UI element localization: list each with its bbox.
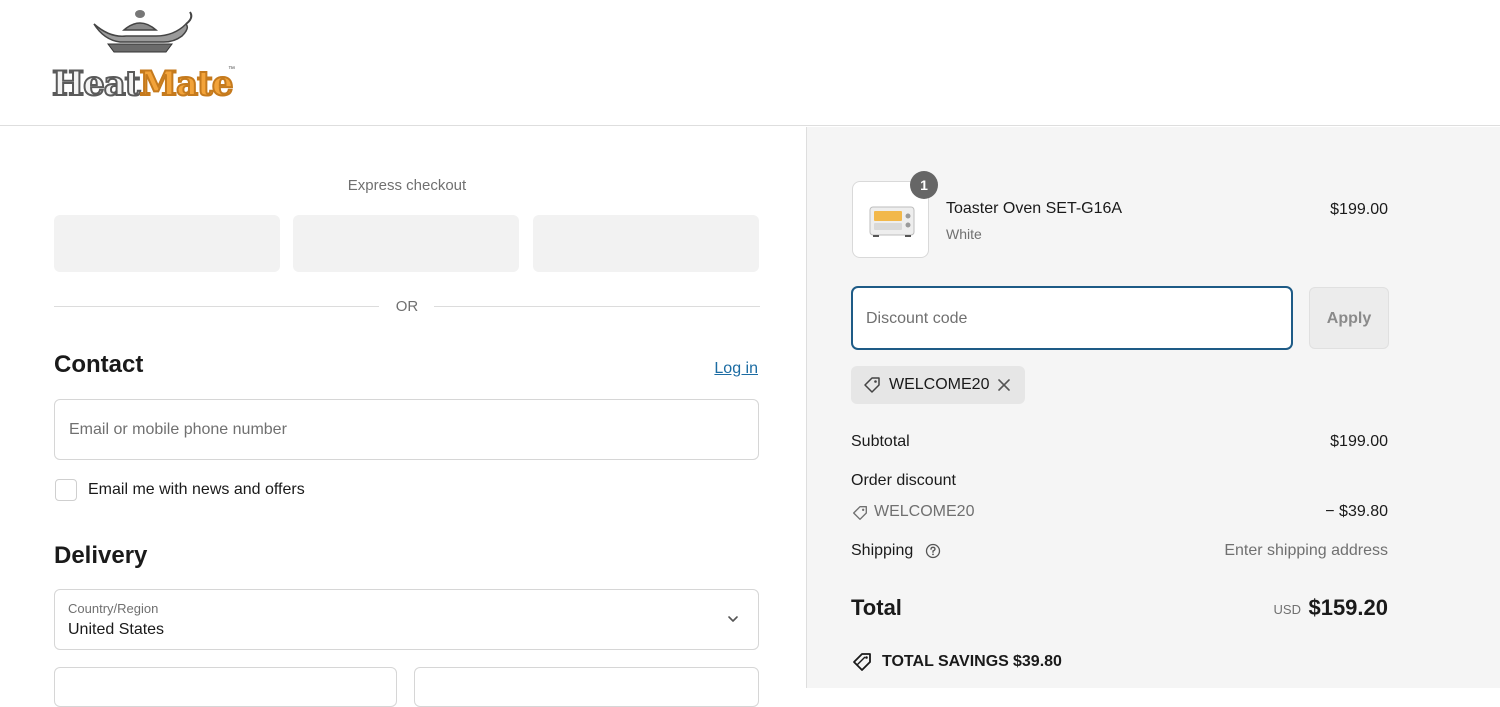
divider-line-right (434, 306, 760, 307)
email-field[interactable]: Email or mobile phone number (54, 399, 759, 460)
email-field-placeholder: Email or mobile phone number (69, 421, 287, 438)
or-divider: OR (54, 297, 760, 317)
genie-lamp-icon (93, 10, 193, 53)
applied-discount-chip: WELCOME20 (851, 366, 1025, 404)
order-discount-label: Order discount (851, 472, 956, 489)
applied-discount-code: WELCOME20 (889, 376, 990, 393)
trademark-mark: ™ (228, 66, 235, 73)
checkout-form-panel: Express checkout OR Contact Log in Email… (0, 127, 806, 707)
quantity-badge: 1 (910, 171, 938, 199)
discount-code-input[interactable]: Discount code (851, 286, 1293, 350)
product-price: $199.00 (1330, 201, 1388, 218)
subtotal-value: $199.00 (1330, 433, 1388, 450)
country-region-label: Country/Region (68, 601, 159, 616)
subtotal-label: Subtotal (851, 433, 910, 450)
express-pay-button-2[interactable] (293, 215, 519, 272)
remove-discount-close-icon[interactable] (996, 377, 1012, 393)
express-checkout-label: Express checkout (347, 177, 467, 194)
order-summary-panel: 1 Toaster Oven SET-G16A White $199.00 Di… (806, 127, 1500, 688)
order-discount-code: WELCOME20 (874, 503, 975, 520)
country-region-select[interactable]: Country/Region United States (54, 589, 759, 650)
logo-text-heat: Heat (51, 63, 141, 105)
contact-heading: Contact (54, 351, 144, 378)
total-savings-label: TOTAL SAVINGS (882, 653, 1009, 670)
product-variant: White (946, 226, 982, 242)
log-in-link[interactable]: Log in (714, 360, 758, 378)
chevron-down-icon (728, 616, 738, 622)
discount-code-placeholder: Discount code (866, 310, 968, 327)
tag-icon (864, 377, 880, 393)
toaster-oven-image (869, 206, 915, 237)
logo-text-mate: Mate (138, 63, 234, 105)
heatmate-logo[interactable]: HeatMate ™ (51, 6, 242, 106)
order-discount-value: − $39.80 (1325, 503, 1388, 520)
express-pay-button-3[interactable] (533, 215, 759, 272)
total-savings-value: $39.80 (1013, 653, 1062, 670)
newsletter-checkbox[interactable] (55, 479, 77, 501)
shipping-value: Enter shipping address (1224, 542, 1388, 559)
total-label: Total (851, 595, 902, 620)
last-name-field[interactable] (414, 667, 759, 707)
savings-tag-icon (853, 653, 871, 671)
country-region-value: United States (68, 621, 165, 638)
tag-icon (853, 506, 867, 520)
first-name-field[interactable] (54, 667, 397, 707)
newsletter-checkbox-label[interactable]: Email me with news and offers (88, 481, 305, 499)
total-currency: USD (1273, 602, 1301, 617)
apply-discount-button[interactable]: Apply (1309, 287, 1389, 349)
header: HeatMate ™ (0, 0, 1500, 126)
delivery-heading: Delivery (54, 542, 148, 569)
total-value: $159.20 (1308, 595, 1388, 620)
express-pay-button-1[interactable] (54, 215, 280, 272)
product-name: Toaster Oven SET-G16A (946, 200, 1123, 217)
shipping-label: Shipping (851, 542, 914, 559)
question-circle-icon[interactable] (925, 543, 941, 559)
